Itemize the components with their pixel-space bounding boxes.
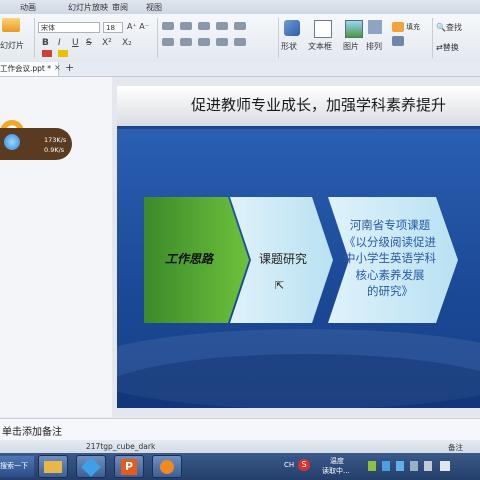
subscript-button[interactable]: X₂ <box>122 38 132 48</box>
tray-icon-1[interactable] <box>368 461 376 471</box>
box-work-idea[interactable]: 工作思路 <box>165 250 213 267</box>
menu-animation[interactable]: 动画 <box>20 2 36 13</box>
bullets-icon[interactable] <box>162 22 174 30</box>
network-speed-widget: 173K/s 0.9K/s <box>0 128 72 160</box>
italic-button[interactable]: I <box>58 38 61 48</box>
browser-icon[interactable] <box>76 455 106 478</box>
numbering-icon[interactable] <box>180 22 192 30</box>
outline-icon[interactable] <box>392 36 404 46</box>
project-line-2: 《以分级阅读促进 <box>344 234 436 249</box>
notes-toggle-button[interactable]: 备注 <box>448 442 463 453</box>
align-right-icon[interactable] <box>198 38 210 46</box>
close-tab-icon[interactable]: × <box>54 63 61 72</box>
network-tray-icon[interactable] <box>410 461 418 471</box>
arrange-button[interactable]: 排列 <box>366 41 382 52</box>
tray-icon-3[interactable] <box>396 461 404 471</box>
slide-button[interactable]: 幻灯片 <box>0 40 24 51</box>
distribute-icon[interactable] <box>234 38 246 46</box>
mouse-cursor-icon: ⇱ <box>275 279 285 292</box>
find-button[interactable]: 🔍查找 <box>436 22 462 33</box>
system-tray <box>368 461 468 471</box>
presentation-app-icon[interactable]: P <box>114 455 144 478</box>
picture-button[interactable]: 图片 <box>343 41 359 52</box>
format-group: 填充 <box>392 22 422 56</box>
globe-icon <box>4 134 20 150</box>
replace-label: 替换 <box>442 43 459 52</box>
find-label: 查找 <box>445 23 462 32</box>
show-desktop-icon[interactable] <box>440 461 450 471</box>
paragraph-group <box>162 22 272 58</box>
media-player-icon[interactable] <box>152 455 182 478</box>
shape-icon[interactable] <box>284 20 300 36</box>
font-name-select[interactable]: 宋体 <box>38 22 100 33</box>
status-bar: 217tgp_cube_dark 备注 <box>0 440 480 453</box>
project-line-1: 河南省专项课题 <box>349 218 431 232</box>
outdent-icon[interactable] <box>216 22 228 30</box>
textbox-icon[interactable] <box>314 20 332 38</box>
highlight-icon[interactable] <box>58 50 68 57</box>
download-speed: 0.9K/s <box>44 146 65 154</box>
menu-slideshow[interactable]: 幻灯片放映 <box>68 2 108 13</box>
textbox-button[interactable]: 文本框 <box>308 41 332 52</box>
line-spacing-icon[interactable] <box>234 22 246 30</box>
strike-button[interactable]: S <box>86 38 92 48</box>
replace-button[interactable]: ⇄替换 <box>436 42 459 53</box>
taskbar: 搜索一下 P CH S 温度 读取中... <box>0 453 480 480</box>
project-line-4: 核心素养发展 <box>355 267 425 282</box>
grow-font-icon[interactable]: A⁺ A⁻ <box>127 22 149 31</box>
superscript-button[interactable]: X² <box>102 38 112 48</box>
current-slide[interactable]: 促进教师专业成长，加强学科素养提升 工作思路 课题研究 ⇱ 河南省专项课题 《以… <box>117 86 480 408</box>
box-provincial-project[interactable]: 河南省专项课题 《以分级阅读促进 中小学生英语学科 核心素养发展 的研究》 <box>325 217 455 300</box>
font-effects-row <box>42 50 152 58</box>
theme-name: 217tgp_cube_dark <box>86 442 156 451</box>
arrange-icon[interactable] <box>368 20 382 34</box>
shape-button[interactable]: 形状 <box>281 41 297 52</box>
notes-pane[interactable]: 单击添加备注 <box>0 418 480 441</box>
find-icon: 🔍 <box>436 23 446 32</box>
document-tab-label: 工作会议.ppt * <box>0 64 51 73</box>
menu-view[interactable]: 视图 <box>146 2 162 13</box>
ribbon: 幻灯片 宋体 18 A⁺ A⁻ B I U S X² X₂ 形状 文本框 图片 … <box>0 14 480 63</box>
notes-placeholder: 单击添加备注 <box>2 427 62 438</box>
align-center-icon[interactable] <box>180 38 192 46</box>
menu-bar: 动画 幻灯片放映 审阅 视图 <box>0 0 480 15</box>
slide-title[interactable]: 促进教师专业成长，加强学科素养提升 <box>191 94 446 115</box>
slide-body: 工作思路 课题研究 ⇱ 河南省专项课题 《以分级阅读促进 中小学生英语学科 核心… <box>117 129 480 408</box>
file-explorer-icon[interactable] <box>38 455 68 478</box>
tray-icon-2[interactable] <box>382 461 390 471</box>
justify-icon[interactable] <box>216 38 228 46</box>
document-tab[interactable]: 工作会议.ppt * <box>0 62 59 76</box>
volume-icon[interactable] <box>424 461 432 471</box>
new-slide-icon[interactable] <box>2 18 20 32</box>
fill-button[interactable]: 填充 <box>406 22 420 32</box>
project-line-3: 中小学生英语学科 <box>344 251 436 265</box>
sogou-icon[interactable]: S <box>298 459 310 471</box>
start-search-button[interactable]: 搜索一下 <box>0 456 34 477</box>
bold-button[interactable]: B <box>42 38 49 48</box>
input-method-icon[interactable]: CH <box>284 461 294 469</box>
upload-speed: 173K/s <box>44 136 67 144</box>
fill-icon[interactable] <box>392 22 404 32</box>
underline-button[interactable]: U <box>72 38 79 48</box>
box-research[interactable]: 课题研究 <box>259 250 307 267</box>
font-size-select[interactable]: 18 <box>103 22 123 33</box>
replace-icon: ⇄ <box>436 43 443 52</box>
menu-review[interactable]: 审阅 <box>112 2 128 13</box>
indent-icon[interactable] <box>198 22 210 30</box>
new-tab-button[interactable]: + <box>65 61 74 74</box>
picture-icon[interactable] <box>345 20 363 38</box>
align-left-icon[interactable] <box>162 38 174 46</box>
font-color-icon[interactable] <box>42 50 52 57</box>
weather-temp: 温度 <box>330 457 344 465</box>
slide-header: 促进教师专业成长，加强学科素养提升 <box>117 86 480 129</box>
weather-status: 读取中... <box>322 467 350 475</box>
project-line-5: 的研究》 <box>367 284 413 298</box>
